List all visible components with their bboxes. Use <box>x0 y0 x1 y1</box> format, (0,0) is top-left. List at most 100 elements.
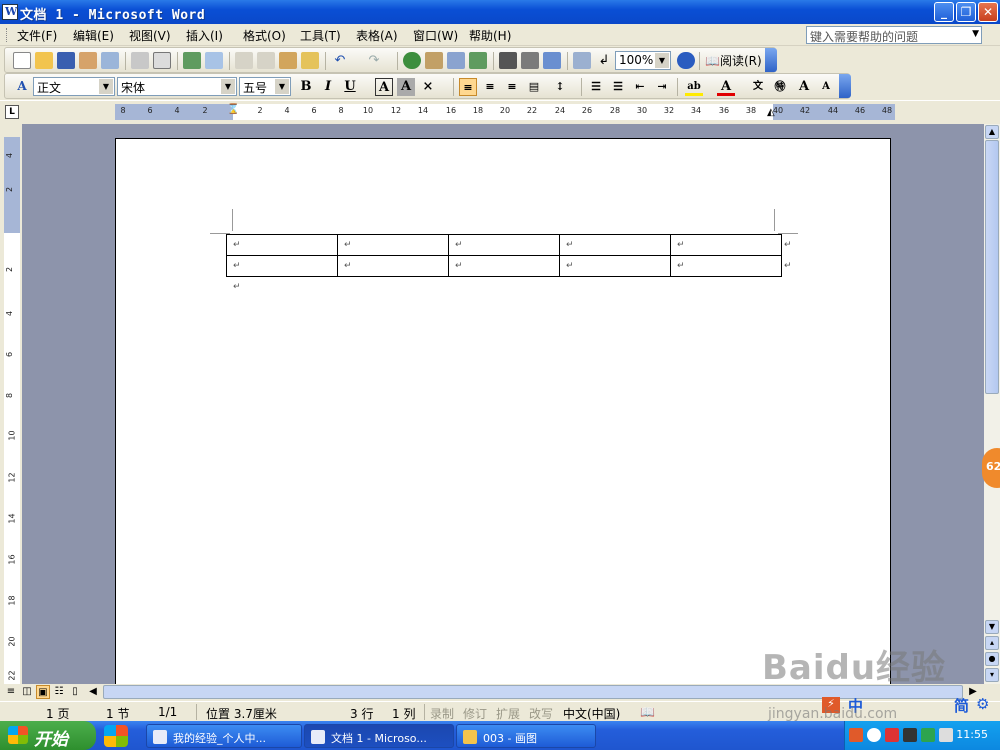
redo-icon[interactable]: ↷ <box>365 52 383 69</box>
menu-insert[interactable]: 插入(I) <box>186 27 223 44</box>
menu-help[interactable]: 帮助(H) <box>469 27 511 44</box>
minimize-button[interactable]: _ <box>934 2 954 22</box>
menu-grip[interactable] <box>6 28 9 42</box>
table-cell[interactable]: ↵ <box>670 255 782 277</box>
table-cell[interactable]: ↵ <box>337 234 449 256</box>
chevron-down-icon[interactable]: ▼ <box>275 79 289 94</box>
menu-tools[interactable]: 工具(T) <box>300 27 341 44</box>
web-view-icon[interactable]: ◫ <box>20 685 34 699</box>
table-cell[interactable]: ↵ <box>559 234 671 256</box>
shrink-font-icon[interactable]: A <box>817 78 835 96</box>
table-cell[interactable]: ↵ <box>559 255 671 277</box>
menu-table[interactable]: 表格(A) <box>356 27 398 44</box>
outline-view-icon[interactable]: ☷ <box>52 685 66 699</box>
maximize-button[interactable]: ❐ <box>956 2 976 22</box>
chevron-down-icon[interactable]: ▼ <box>221 79 235 94</box>
open-folder-icon[interactable] <box>35 52 53 69</box>
menu-edit[interactable]: 编辑(E) <box>73 27 114 44</box>
permission-icon[interactable] <box>79 52 97 69</box>
print-icon[interactable] <box>131 52 149 69</box>
next-page-icon[interactable]: ▾ <box>985 668 999 682</box>
copy-icon[interactable] <box>257 52 275 69</box>
font-size-select[interactable]: 五号 ▼ <box>239 77 291 96</box>
paste-icon[interactable] <box>279 52 297 69</box>
table-cell[interactable]: ↵ <box>448 255 560 277</box>
scroll-down-icon[interactable]: ▼ <box>985 620 999 634</box>
expand-tray-icon[interactable] <box>867 728 881 742</box>
paragraph-mark-icon[interactable]: ↲ <box>595 52 613 69</box>
close-button[interactable]: ✕ <box>978 2 998 22</box>
toolbar-options-icon[interactable] <box>839 74 851 98</box>
start-button[interactable]: 开始 <box>0 721 96 750</box>
bullets-icon[interactable]: ☰ <box>609 78 627 96</box>
tables-borders-icon[interactable] <box>425 52 443 69</box>
quick-launch-icon[interactable] <box>104 725 128 747</box>
grow-font-icon[interactable]: A <box>795 78 813 96</box>
align-right-icon[interactable]: ≡ <box>503 78 521 96</box>
show-hide-icon[interactable] <box>573 52 591 69</box>
ime-simplified-mode[interactable]: 简 <box>954 695 969 716</box>
status-language[interactable]: 中文(中国) <box>563 705 620 722</box>
help-icon[interactable] <box>677 52 695 69</box>
print-preview-icon[interactable] <box>153 52 171 69</box>
menu-file[interactable]: 文件(F) <box>17 27 57 44</box>
styles-icon[interactable]: A <box>13 78 31 95</box>
status-overtype[interactable]: 改写 <box>529 705 553 722</box>
ime-settings-icon[interactable]: ⚙ <box>976 695 989 713</box>
reading-view-icon[interactable]: ▯ <box>68 685 82 699</box>
research-icon[interactable] <box>205 52 223 69</box>
align-center-icon[interactable]: ≡ <box>481 78 499 96</box>
side-badge[interactable]: 62 <box>982 448 1000 488</box>
table-cell[interactable]: ↵ <box>226 255 338 277</box>
taskbar-item[interactable]: 003 - 画图 <box>456 724 596 748</box>
line-spacing-icon[interactable]: ↕ <box>551 78 569 96</box>
drawing-icon[interactable] <box>521 52 539 69</box>
character-border-icon[interactable]: A <box>375 78 393 96</box>
decrease-indent-icon[interactable]: ⇤ <box>631 78 649 96</box>
scroll-up-icon[interactable]: ▲ <box>985 125 999 139</box>
select-browse-object-icon[interactable]: ● <box>985 652 999 666</box>
email-icon[interactable] <box>101 52 119 69</box>
taskbar-item[interactable]: 文档 1 - Microso... <box>304 724 454 748</box>
save-icon[interactable] <box>57 52 75 69</box>
increase-indent-icon[interactable]: ⇥ <box>653 78 671 96</box>
numbering-icon[interactable]: ☰ <box>587 78 605 96</box>
previous-page-icon[interactable]: ▴ <box>985 636 999 650</box>
word-table[interactable]: ↵ ↵ ↵ ↵ ↵ ↵ ↵ ↵ ↵ ↵ <box>226 234 782 277</box>
table-cell[interactable]: ↵ <box>337 255 449 277</box>
bold-icon[interactable]: B <box>297 78 315 96</box>
status-record[interactable]: 录制 <box>430 705 454 722</box>
table-cell[interactable]: ↵ <box>226 234 338 256</box>
new-document-icon[interactable] <box>13 52 31 69</box>
taskbar-item[interactable]: 我的经验_个人中... <box>146 724 302 748</box>
help-search-input[interactable]: 键入需要帮助的问题 ▼ <box>806 26 982 44</box>
enclose-characters-icon[interactable]: ㊕ <box>771 78 789 96</box>
print-layout-icon[interactable]: ▣ <box>36 685 50 699</box>
format-painter-icon[interactable] <box>301 52 319 69</box>
vertical-ruler[interactable]: 4 2 2 4 6 8 10 12 14 16 18 20 22 <box>4 137 20 685</box>
hyperlink-icon[interactable] <box>403 52 421 69</box>
spelling-icon[interactable] <box>183 52 201 69</box>
ime-tray-icon[interactable] <box>849 728 863 742</box>
spelling-status-icon[interactable]: 📖 <box>640 705 655 719</box>
undo-icon[interactable]: ↶ <box>331 52 349 69</box>
highlight-icon[interactable]: ab <box>685 78 703 96</box>
font-color-icon[interactable]: A <box>717 78 735 96</box>
vertical-scrollbar[interactable]: ▲ ▼ ▴ ● ▾ <box>984 124 1000 686</box>
menu-view[interactable]: 视图(V) <box>129 27 171 44</box>
document-page[interactable]: ↵ ↵ ↵ ↵ ↵ ↵ ↵ ↵ ↵ ↵ ↵ ↵ ↵ <box>115 138 891 684</box>
style-select[interactable]: 正文 ▼ <box>33 77 115 96</box>
insert-table-icon[interactable] <box>447 52 465 69</box>
first-line-indent-marker[interactable]: ⌛ <box>227 104 239 115</box>
volume-icon[interactable] <box>939 728 953 742</box>
font-select[interactable]: 宋体 ▼ <box>117 77 237 96</box>
align-justify-icon[interactable]: ≡ <box>459 78 477 96</box>
qq-icon[interactable] <box>885 728 899 742</box>
clock[interactable]: 11:55 <box>956 728 988 741</box>
italic-icon[interactable]: I <box>319 78 337 96</box>
insert-excel-icon[interactable] <box>469 52 487 69</box>
chevron-down-icon[interactable]: ▼ <box>655 53 669 68</box>
tab-selector[interactable]: L <box>5 105 19 119</box>
character-scaling-icon[interactable]: ⨯ <box>419 78 437 96</box>
scroll-thumb[interactable] <box>985 140 999 394</box>
